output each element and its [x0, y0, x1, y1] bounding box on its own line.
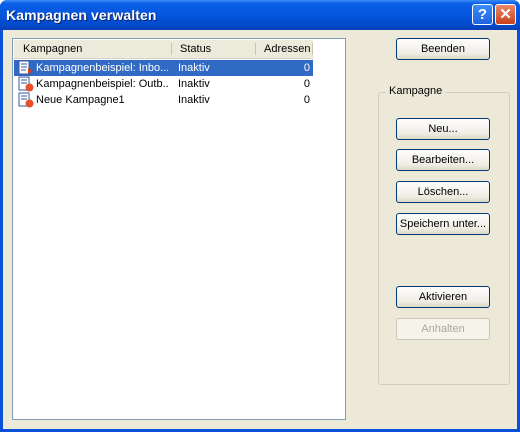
delete-button[interactable]: Löschen...: [396, 181, 490, 203]
close-button[interactable]: ✕: [495, 4, 516, 25]
dialog-client-area: Kampagnen Status Adressen Kampagnenbeisp…: [3, 30, 517, 429]
list-item[interactable]: Neue Kampagne1 Inaktiv 0: [14, 92, 313, 108]
quit-button[interactable]: Beenden: [396, 38, 490, 60]
column-separator[interactable]: [255, 43, 256, 55]
column-header-addresses[interactable]: Adressen: [264, 40, 310, 58]
outbound-campaign-icon: [18, 92, 34, 108]
help-button[interactable]: ?: [472, 4, 493, 25]
stop-button: Anhalten: [396, 318, 490, 340]
campaign-name: Neue Kampagne1: [36, 94, 125, 106]
list-item[interactable]: Kampagnenbeispiel: Outb... Inaktiv 0: [14, 76, 313, 92]
outbound-campaign-icon: [18, 76, 34, 92]
campaign-addresses: 0: [303, 78, 310, 90]
window-title: Kampagnen verwalten: [6, 7, 157, 23]
campaign-list[interactable]: Kampagnen Status Adressen Kampagnenbeisp…: [12, 38, 346, 420]
campaign-group-label: Kampagne: [386, 85, 446, 97]
list-header: Kampagnen Status Adressen: [14, 40, 313, 59]
activate-button[interactable]: Aktivieren: [396, 286, 490, 308]
column-header-campaigns[interactable]: Kampagnen: [23, 40, 82, 58]
campaign-addresses: 0: [303, 94, 310, 106]
new-button[interactable]: Neu...: [396, 118, 490, 140]
campaign-status: Inaktiv: [178, 62, 210, 74]
campaign-name: Kampagnenbeispiel: Inbo...: [36, 62, 168, 74]
campaign-addresses: 0: [303, 62, 310, 74]
save-as-button[interactable]: Speichern unter...: [396, 213, 490, 235]
dialog-window: Kampagnen verwalten ? ✕ Kampagnen Status…: [0, 0, 520, 432]
campaign-name: Kampagnenbeispiel: Outb...: [36, 78, 168, 90]
list-item[interactable]: Kampagnenbeispiel: Inbo... Inaktiv 0: [14, 60, 313, 76]
title-bar[interactable]: Kampagnen verwalten ? ✕: [0, 0, 520, 30]
campaign-status: Inaktiv: [178, 94, 210, 106]
edit-button[interactable]: Bearbeiten...: [396, 149, 490, 171]
column-header-status[interactable]: Status: [180, 40, 211, 58]
campaign-status: Inaktiv: [178, 78, 210, 90]
inbound-campaign-icon: [18, 60, 33, 75]
column-separator[interactable]: [312, 43, 313, 55]
column-separator[interactable]: [171, 43, 172, 55]
